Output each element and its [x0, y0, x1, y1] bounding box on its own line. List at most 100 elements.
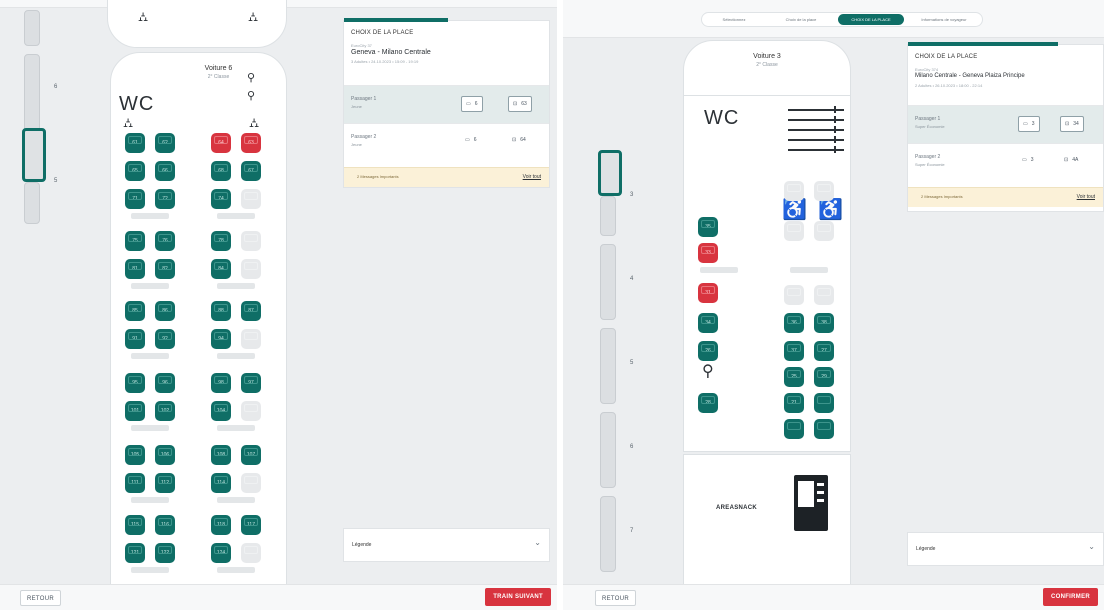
seat-available[interactable]: 76 [155, 231, 175, 251]
seat-available[interactable]: 62 [155, 133, 175, 153]
tab-step-1[interactable]: Sélectionnez [704, 14, 764, 25]
tab-step-4[interactable]: Informations de voyageur [908, 14, 980, 25]
seat-available[interactable]: 26 [698, 341, 718, 361]
seat-available[interactable]: 27 [814, 341, 834, 361]
seat-available[interactable]: 121 [125, 543, 145, 563]
passenger-row[interactable]: Passager 2 Super Économie ▭ 3 ⊡ 4A [908, 143, 1103, 181]
seat-value[interactable]: ⊡ 4A [1064, 157, 1078, 163]
seat-chip[interactable]: ⊡ 63 [508, 96, 532, 112]
seat-available[interactable]: 84 [211, 259, 231, 279]
seat-available[interactable]: 108 [211, 445, 231, 465]
seat-available[interactable]: 87 [241, 301, 261, 321]
tab-step-3-active[interactable]: CHOIX DE LA PLACE [838, 14, 904, 25]
seat-occupied[interactable]: 31 [698, 283, 718, 303]
minimap-car[interactable] [600, 496, 616, 572]
seat-available[interactable]: 72 [155, 189, 175, 209]
legend-accordion[interactable]: Légende ⌄ [907, 532, 1104, 566]
seat-available[interactable]: 104 [211, 401, 231, 421]
seat-occupied[interactable]: 63 [241, 133, 261, 153]
seat-available[interactable]: 96 [155, 373, 175, 393]
seat-available[interactable]: 116 [155, 515, 175, 535]
car-value[interactable]: ▭ 6 [465, 137, 477, 143]
seat-available[interactable]: 78 [211, 231, 231, 251]
minimap-car[interactable] [24, 54, 40, 134]
seat-available[interactable]: 92 [155, 329, 175, 349]
seat-available[interactable]: 107 [241, 445, 261, 465]
passenger-row[interactable]: Passager 2 Jeune ▭ 6 ⊡ 64 [344, 123, 549, 161]
seat-available[interactable]: 122 [155, 543, 175, 563]
next-train-button[interactable]: TRAIN SUIVANT [485, 588, 551, 606]
minimap-selected-car[interactable] [22, 128, 46, 182]
minimap-car[interactable] [600, 244, 616, 320]
seat-available[interactable]: 85 [125, 301, 145, 321]
seat-available[interactable]: 66 [155, 161, 175, 181]
previous-car: ⛼ ⛼ [107, 0, 287, 48]
seat-available[interactable]: 114 [211, 473, 231, 493]
seat-available[interactable]: 61 [125, 133, 145, 153]
legend-accordion[interactable]: Légende ⌄ [343, 528, 550, 562]
seat-occupied[interactable]: 33 [698, 243, 718, 263]
seat-available[interactable]: 95 [125, 373, 145, 393]
seat-available[interactable]: 71 [125, 189, 145, 209]
passenger-row[interactable]: Passager 1 Jeune ▭ 6 ⊡ 63 [344, 85, 549, 123]
seat-available[interactable] [814, 393, 834, 413]
seat-available[interactable]: 102 [155, 401, 175, 421]
seat-occupied[interactable]: 64 [211, 133, 231, 153]
seat-available[interactable]: 34 [698, 313, 718, 333]
snack-area-label: AREASNACK [716, 505, 758, 511]
seat-available[interactable]: 28 [698, 393, 718, 413]
table [790, 267, 828, 273]
seat-available[interactable]: 106 [155, 445, 175, 465]
seat-available[interactable]: 118 [211, 515, 231, 535]
confirm-button[interactable]: CONFIRMER [1042, 588, 1098, 606]
chevron-down-icon: ⌄ [1088, 542, 1095, 551]
seat-available[interactable]: 105 [125, 445, 145, 465]
seat-available[interactable]: 86 [155, 301, 175, 321]
seat-available[interactable]: 21 [784, 393, 804, 413]
seat-available[interactable]: 38 [814, 313, 834, 333]
seat-available[interactable]: 75 [125, 231, 145, 251]
tab-step-2[interactable]: Choix de la place [768, 14, 834, 25]
seat-available[interactable]: 115 [125, 515, 145, 535]
seat-available[interactable]: 111 [125, 473, 145, 493]
minimap-car[interactable] [24, 182, 40, 224]
seat-available[interactable]: 124 [211, 543, 231, 563]
car-chip[interactable]: ▭ 6 [461, 96, 483, 112]
seat-available[interactable]: 29 [814, 367, 834, 387]
seat-available[interactable]: 82 [155, 259, 175, 279]
seat-value[interactable]: ⊡ 64 [512, 137, 526, 143]
seat-available[interactable]: 97 [241, 373, 261, 393]
seat-available[interactable]: 65 [125, 161, 145, 181]
seat-available[interactable]: 88 [211, 301, 231, 321]
seat-available[interactable] [814, 419, 834, 439]
seat-available[interactable]: 37 [784, 341, 804, 361]
seat-chip[interactable]: ⊡ 34 [1060, 116, 1084, 132]
back-button[interactable]: RETOUR [20, 590, 62, 606]
back-button[interactable]: RETOUR [595, 590, 637, 606]
luggage-icon: ⛼ [123, 115, 134, 130]
minimap-selected-car[interactable] [598, 150, 622, 196]
minimap-car[interactable] [24, 10, 40, 46]
seat-available[interactable]: 91 [125, 329, 145, 349]
see-all-link[interactable]: Voir tout [523, 174, 541, 180]
seat-available[interactable] [784, 419, 804, 439]
car-value[interactable]: ▭ 3 [1022, 157, 1034, 163]
seat-available[interactable]: 25 [784, 367, 804, 387]
car-chip[interactable]: ▭ 3 [1018, 116, 1040, 132]
seat-available[interactable]: 98 [211, 373, 231, 393]
seat-available[interactable]: 81 [125, 259, 145, 279]
passenger-row[interactable]: Passager 1 Super Économie ▭ 3 ⊡ 34 [908, 105, 1103, 143]
seat-available[interactable]: 101 [125, 401, 145, 421]
see-all-link[interactable]: Voir tout [1077, 194, 1095, 200]
seat-available[interactable]: 35 [698, 217, 718, 237]
seat-available[interactable]: 117 [241, 515, 261, 535]
minimap-car[interactable] [600, 196, 616, 236]
seat-available[interactable]: 67 [241, 161, 261, 181]
seat-available[interactable]: 68 [211, 161, 231, 181]
seat-available[interactable]: 36 [784, 313, 804, 333]
seat-available[interactable]: 94 [211, 329, 231, 349]
seat-available[interactable]: 112 [155, 473, 175, 493]
seat-available[interactable]: 74 [211, 189, 231, 209]
minimap-car[interactable] [600, 412, 616, 488]
minimap-car[interactable] [600, 328, 616, 404]
